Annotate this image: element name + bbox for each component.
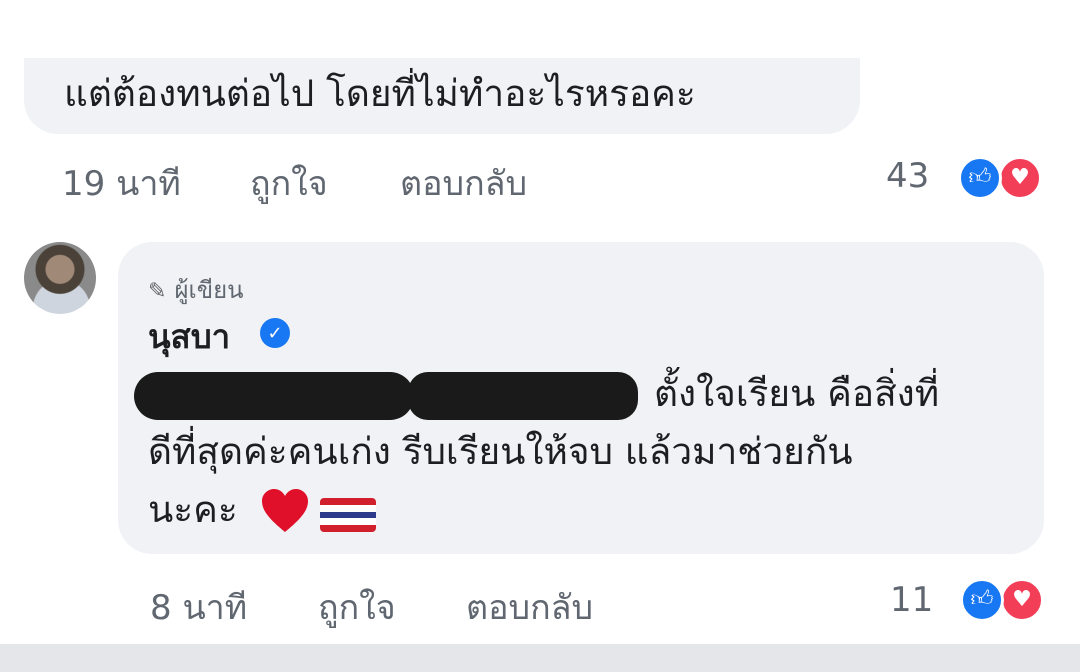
reply-link[interactable]: ตอบกลับ [400, 156, 527, 210]
avatar[interactable] [24, 242, 96, 314]
bottom-bar [0, 644, 1080, 672]
verified-badge-icon: ✓ [260, 318, 290, 348]
comment-time[interactable]: 8 นาที [150, 580, 247, 634]
comment-bubble: แต่ต้องทนต่อไป โดยที่ไม่ทำอะไรหรอคะ [24, 58, 860, 134]
redacted-mention [408, 372, 638, 420]
author-badge: ✎ ผู้เขียน [148, 270, 244, 309]
comment-text-line: นะคะ [148, 488, 238, 531]
love-reaction-icon: ♥ [1000, 578, 1044, 622]
like-link[interactable]: ถูกใจ [318, 580, 396, 634]
heart-emoji-icon [262, 489, 308, 532]
comment-time[interactable]: 19 นาที [62, 156, 181, 210]
reaction-count[interactable]: 11 [890, 580, 933, 620]
like-reaction-icon: 👍︎ [958, 156, 1002, 200]
comment-text-line: ตั้งใจเรียน คือสิ่งที่ [654, 372, 940, 415]
love-reaction-icon: ♥ [998, 156, 1042, 200]
comment-bubble-author: ✎ ผู้เขียน นุสบา ✓ ตั้งใจเรียน คือสิ่งที่… [118, 242, 1044, 554]
top-strip [0, 0, 1080, 56]
comment-text-line: ดีที่สุดค่ะคนเก่ง รีบเรียนให้จบ แล้วมาช่… [148, 430, 853, 473]
reply-link[interactable]: ตอบกลับ [466, 580, 593, 634]
pencil-icon: ✎ [148, 279, 167, 304]
redacted-mention [134, 372, 414, 420]
comment-text: แต่ต้องทนต่อไป โดยที่ไม่ทำอะไรหรอคะ [64, 72, 696, 115]
author-name[interactable]: นุสบา [148, 310, 230, 363]
like-link[interactable]: ถูกใจ [250, 156, 328, 210]
like-reaction-icon: 👍︎ [960, 578, 1004, 622]
reaction-count[interactable]: 43 [886, 156, 929, 196]
author-badge-label: ผู้เขียน [174, 276, 244, 304]
thailand-flag-icon [320, 498, 376, 532]
